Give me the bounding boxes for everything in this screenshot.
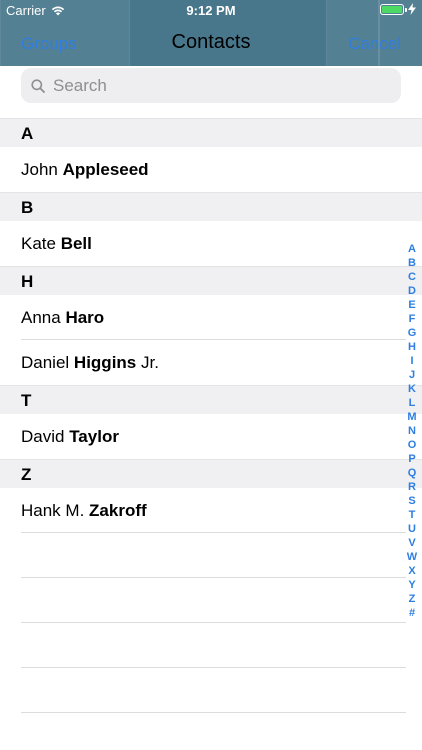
contact-first-name: Kate [21, 234, 61, 253]
empty-row [0, 668, 422, 713]
index-letter[interactable]: P [408, 452, 415, 466]
index-letter[interactable]: X [408, 564, 415, 578]
index-letter[interactable]: N [408, 424, 416, 438]
top-bar: Carrier 9:12 PM Groups Contacts Cancel [0, 0, 422, 66]
section-header-z: Z [0, 459, 422, 488]
index-letter[interactable]: U [408, 522, 416, 536]
index-letter[interactable]: J [409, 368, 415, 382]
status-bar: Carrier 9:12 PM [0, 0, 422, 22]
index-letter[interactable]: D [408, 284, 416, 298]
index-letter[interactable]: Q [408, 466, 417, 480]
battery-cap [405, 7, 407, 12]
contact-first-name: Daniel [21, 353, 74, 372]
index-letter[interactable]: C [408, 270, 416, 284]
contact-row[interactable]: Kate Bell [0, 221, 422, 266]
search-container [0, 66, 422, 118]
section-header-t: T [0, 385, 422, 414]
index-letter[interactable]: # [409, 606, 415, 620]
index-letter[interactable]: Y [408, 578, 415, 592]
contact-row[interactable]: Anna Haro [0, 295, 422, 340]
index-letter[interactable]: O [408, 438, 417, 452]
section-header-h: H [0, 266, 422, 295]
contact-last-name: Zakroff [89, 501, 147, 520]
charging-bolt-icon [408, 3, 416, 15]
cancel-button[interactable]: Cancel [348, 34, 401, 54]
contact-last-name: Taylor [69, 427, 119, 446]
search-icon [31, 78, 45, 93]
section-index-bar[interactable]: A B C D E F G H I J K L M N O P Q R S T U V W X Y Z # [404, 242, 420, 620]
empty-row [0, 623, 422, 668]
contact-row[interactable]: David Taylor [0, 414, 422, 459]
contact-first-name: Anna [21, 308, 66, 327]
contact-last-name: Higgins [73, 353, 137, 372]
contact-last-name: Haro [65, 308, 105, 327]
navigation-bar: Groups Contacts Cancel [0, 22, 422, 66]
section-header-a: A [0, 118, 422, 147]
contact-row[interactable]: Hank M. Zakroff [0, 488, 422, 533]
index-letter[interactable]: R [408, 480, 416, 494]
contacts-list: A John Appleseed B Kate Bell H Anna Haro… [0, 118, 422, 713]
index-letter[interactable]: A [408, 242, 416, 256]
section-header-b: B [0, 192, 422, 221]
contact-first-name: David [21, 427, 70, 446]
index-letter[interactable]: B [408, 256, 416, 270]
status-time: 9:12 PM [186, 3, 236, 18]
index-letter[interactable]: G [408, 326, 417, 340]
contact-last-name: Appleseed [62, 160, 149, 179]
battery-level [382, 5, 402, 13]
empty-row [0, 578, 422, 623]
index-letter[interactable]: H [408, 340, 416, 354]
index-letter[interactable]: W [407, 550, 417, 564]
contact-row[interactable]: Daniel Higgins Jr. [0, 340, 422, 385]
index-letter[interactable]: V [408, 536, 415, 550]
search-input[interactable] [51, 74, 375, 97]
index-letter[interactable]: I [410, 354, 413, 368]
contact-first-name: John [21, 160, 63, 179]
index-letter[interactable]: F [409, 312, 416, 326]
empty-row [0, 533, 422, 578]
contact-last-name: Bell [60, 234, 92, 253]
search-field[interactable] [21, 68, 401, 103]
contact-row[interactable]: John Appleseed [0, 147, 422, 192]
index-letter[interactable]: E [408, 298, 415, 312]
index-letter[interactable]: Z [409, 592, 416, 606]
index-letter[interactable]: S [408, 494, 415, 508]
battery-icon [380, 3, 407, 15]
index-letter[interactable]: K [408, 382, 416, 396]
index-letter[interactable]: L [409, 396, 416, 410]
status-right-group [380, 3, 416, 15]
index-letter[interactable]: M [407, 410, 416, 424]
contact-first-name: Hank M. [21, 501, 90, 520]
index-letter[interactable]: T [409, 508, 416, 522]
contact-suffix: Jr. [136, 353, 159, 372]
